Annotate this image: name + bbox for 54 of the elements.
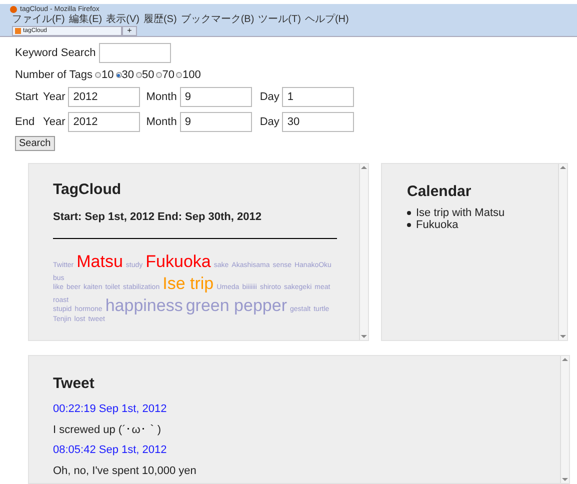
- calendar-entry: Fukuoka: [416, 219, 458, 231]
- text-field[interactable]: 2012: [68, 87, 140, 107]
- day-label: Day: [260, 90, 280, 105]
- bullet-icon: [407, 211, 411, 215]
- menu-item[interactable]: ヘルプ(H): [304, 15, 349, 25]
- text-field[interactable]: 30: [282, 112, 354, 132]
- panel-title: TagCloud: [53, 182, 122, 197]
- radio-label: 10: [101, 68, 114, 83]
- radio-label: 50: [142, 68, 154, 83]
- radio-label: 100: [182, 68, 201, 83]
- radio-button[interactable]: [116, 72, 122, 78]
- date-row-label: Start: [15, 90, 40, 105]
- tweet-text: I screwed up (´･ω･｀): [53, 422, 161, 438]
- menu-item[interactable]: ブックマーク(B): [180, 15, 254, 25]
- scrollbar[interactable]: [558, 164, 567, 340]
- radio-button[interactable]: [95, 72, 102, 78]
- text-field[interactable]: [98, 43, 171, 63]
- radio-button[interactable]: [176, 72, 182, 78]
- radio-button[interactable]: [156, 72, 162, 78]
- tags-label: Number of Tags: [15, 68, 92, 83]
- month-label: Month: [146, 90, 177, 105]
- date-range: Start: Sep 1st, 2012 End: Sep 30th, 2012: [53, 210, 262, 225]
- menu-item[interactable]: 編集(E): [68, 15, 102, 25]
- menu-item[interactable]: ツール(T): [258, 15, 301, 25]
- text-field[interactable]: 1: [282, 87, 354, 107]
- tag-link[interactable]: Matsu: [76, 248, 123, 274]
- menu-item[interactable]: 履歴(S): [143, 15, 177, 25]
- browser-icon: [10, 6, 17, 12]
- menu-item[interactable]: ファイル(F): [12, 15, 65, 25]
- radio-label: 70: [162, 68, 174, 83]
- tweet-time-link[interactable]: 08:05:42 Sep 1st, 2012: [53, 442, 167, 458]
- tweet-text: Oh, no, I've spent 10,000 yen: [53, 464, 196, 478]
- radio-button[interactable]: [136, 72, 142, 78]
- search-button[interactable]: Search: [15, 136, 55, 151]
- month-label: Month: [146, 114, 177, 130]
- year-label: Year: [43, 114, 66, 130]
- panel-title: Tweet: [53, 376, 96, 391]
- calendar-entry: Ise trip with Matsu: [416, 207, 505, 219]
- day-label: Day: [260, 114, 280, 130]
- keyword-label: Keyword Search: [15, 46, 96, 61]
- page-icon: [15, 28, 21, 34]
- panel-title: Calendar: [407, 184, 472, 199]
- text-field[interactable]: 9: [180, 87, 252, 107]
- text-field[interactable]: 2012: [68, 112, 140, 132]
- scrollbar[interactable]: [560, 356, 569, 483]
- menu-item[interactable]: 表示(V): [106, 15, 140, 25]
- year-label: Year: [43, 90, 66, 105]
- scrollbar[interactable]: [359, 164, 368, 340]
- date-row-label: End: [15, 114, 36, 130]
- new-tab-button[interactable]: +: [122, 26, 137, 36]
- text-field[interactable]: 9: [180, 112, 252, 132]
- radio-label: 30: [122, 68, 134, 83]
- bullet-icon: [407, 223, 411, 227]
- tweet-time-link[interactable]: 00:22:19 Sep 1st, 2012: [53, 401, 167, 418]
